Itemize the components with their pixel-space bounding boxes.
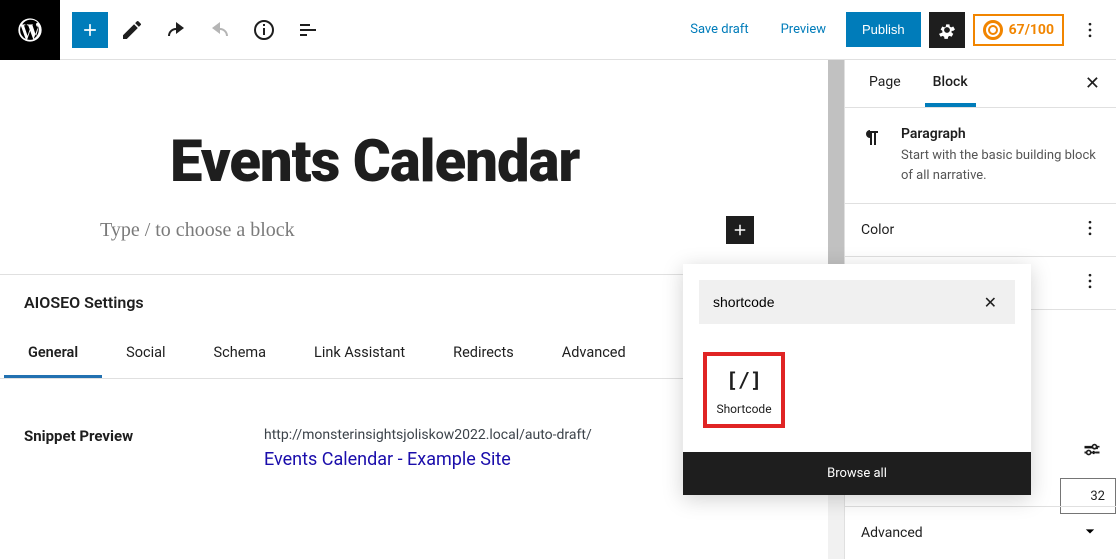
block-inserter-popup: ✕ [/] Shortcode Browse all (683, 264, 1031, 495)
close-sidebar-button[interactable]: ✕ (1069, 61, 1116, 106)
editor-topbar: Save draft Preview Publish 67/100 (0, 0, 1116, 60)
color-section[interactable]: Color (845, 204, 1116, 257)
aioseo-tab-advanced[interactable]: Advanced (538, 330, 650, 378)
details-button[interactable] (244, 10, 284, 50)
settings-button[interactable] (929, 12, 965, 48)
inserter-results: [/] Shortcode (683, 340, 1031, 452)
paragraph-block-placeholder[interactable]: Type / to choose a block (100, 219, 726, 242)
color-options-button[interactable] (1080, 218, 1100, 242)
tab-page[interactable]: Page (861, 60, 909, 107)
toolbar-left (72, 10, 328, 50)
tune-icon[interactable] (1082, 440, 1102, 464)
color-label: Color (861, 222, 894, 238)
aioseo-tab-redirects[interactable]: Redirects (429, 330, 538, 378)
seo-score-value: 67/100 (1009, 22, 1054, 38)
outline-button[interactable] (288, 10, 328, 50)
save-draft-button[interactable]: Save draft (678, 14, 760, 45)
seo-score-icon (983, 20, 1003, 40)
inserter-search: ✕ (699, 280, 1015, 324)
wp-logo[interactable] (0, 0, 60, 60)
browse-all-button[interactable]: Browse all (683, 452, 1031, 495)
aioseo-tab-general[interactable]: General (4, 330, 102, 378)
block-name: Paragraph (901, 126, 1100, 142)
snippet-preview-label: Snippet Preview (24, 427, 224, 470)
block-description: Paragraph Start with the basic building … (845, 108, 1116, 204)
tools-button[interactable] (112, 10, 152, 50)
add-block-inline-button[interactable] (726, 216, 754, 244)
post-title[interactable]: Events Calendar (170, 128, 744, 196)
inserter-search-input[interactable] (713, 294, 980, 310)
advanced-section[interactable]: Advanced (845, 506, 1116, 559)
toolbar-right: Save draft Preview Publish 67/100 (678, 12, 1116, 48)
options-button[interactable] (1072, 12, 1108, 48)
paragraph-icon (861, 126, 885, 150)
block-desc-text: Start with the basic building block of a… (901, 146, 1100, 185)
typography-options-button[interactable] (1080, 271, 1100, 295)
chevron-down-icon (1080, 521, 1100, 545)
advanced-label: Advanced (861, 525, 923, 541)
undo-button[interactable] (156, 10, 196, 50)
publish-button[interactable]: Publish (846, 12, 921, 47)
redo-button[interactable] (200, 10, 240, 50)
preview-button[interactable]: Preview (769, 14, 838, 45)
tab-block[interactable]: Block (925, 60, 976, 107)
shortcode-icon: [/] (713, 368, 775, 392)
aioseo-tab-social[interactable]: Social (102, 330, 189, 378)
aioseo-tab-schema[interactable]: Schema (190, 330, 290, 378)
inserter-result-shortcode[interactable]: [/] Shortcode (703, 352, 785, 428)
clear-search-button[interactable]: ✕ (980, 289, 1001, 316)
sidebar-tabs: Page Block ✕ (845, 60, 1116, 108)
toggle-block-inserter-button[interactable] (72, 12, 108, 48)
scrollbar-thumb[interactable] (828, 60, 844, 280)
seo-score-badge[interactable]: 67/100 (973, 14, 1064, 46)
aioseo-tab-link-assistant[interactable]: Link Assistant (290, 330, 429, 378)
shortcode-label: Shortcode (713, 402, 775, 416)
